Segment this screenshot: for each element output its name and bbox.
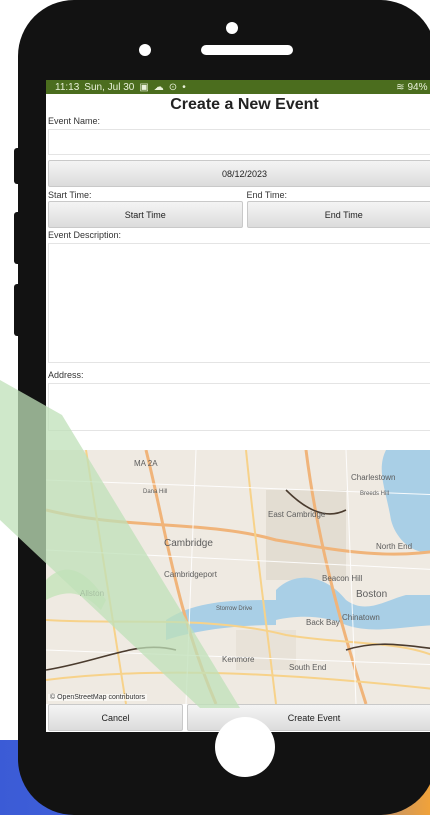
phone-frame: 11:13 Sun, Jul 30 ▣ ☁ ⊙ • ≋ 94% ▮ Create… <box>18 0 430 815</box>
start-time-label: Start Time: <box>48 190 92 200</box>
map-place-ma2a: MA 2A <box>134 459 158 468</box>
volume-down-button <box>14 212 22 264</box>
status-time: 11:13 <box>55 81 80 93</box>
start-time-button[interactable]: Start Time <box>48 201 243 228</box>
map-place-allston: Allston <box>80 589 104 598</box>
map-place-breeds-hill: Breeds Hill <box>360 491 389 497</box>
map-place-east-cambridge: East Cambridge <box>268 510 326 519</box>
image-icon: ▣ <box>139 81 149 93</box>
description-label: Event Description: <box>48 230 122 240</box>
cancel-button[interactable]: Cancel <box>48 704 183 731</box>
map-place-kenmore: Kenmore <box>222 655 255 664</box>
home-button[interactable] <box>215 717 275 777</box>
map-tiles: MA 2A Charlestown Breeds Hill East Cambr… <box>46 450 430 704</box>
map-place-chinatown: Chinatown <box>342 613 380 622</box>
map-place-cambridgeport: Cambridgeport <box>164 570 218 579</box>
date-button[interactable]: 08/12/2023 <box>48 160 430 187</box>
front-camera <box>226 22 238 34</box>
app-screen: 11:13 Sun, Jul 30 ▣ ☁ ⊙ • ≋ 94% ▮ Create… <box>46 80 430 732</box>
map-place-back-bay: Back Bay <box>306 618 340 627</box>
wifi-icon: ≋ <box>396 81 405 93</box>
map-place-boston: Boston <box>356 589 387 600</box>
map-place-south-end: South End <box>289 663 326 672</box>
map-place-charlestown: Charlestown <box>351 473 395 482</box>
map-attribution[interactable]: © OpenStreetMap contributors <box>48 694 148 701</box>
map-place-storrow-drive: Storrow Drive <box>216 606 253 612</box>
status-date: Sun, Jul 30 <box>84 81 135 93</box>
status-bar: 11:13 Sun, Jul 30 ▣ ☁ ⊙ • ≋ 94% ▮ <box>46 80 430 94</box>
battery-level: 94% <box>407 81 428 93</box>
front-sensor <box>139 44 151 56</box>
map-place-dana-hill: Dana Hill <box>143 489 167 495</box>
end-time-button[interactable]: End Time <box>246 201 430 228</box>
page-title: Create a New Event <box>170 96 319 113</box>
power-button <box>14 284 22 336</box>
address-input[interactable] <box>48 383 430 431</box>
map-place-beacon-hill: Beacon Hill <box>322 574 363 583</box>
earpiece-speaker <box>201 45 293 55</box>
map-place-cambridge: Cambridge <box>164 538 213 549</box>
map-place-north-end: North End <box>376 542 412 551</box>
event-name-label: Event Name: <box>48 116 101 126</box>
address-label: Address: <box>48 370 84 380</box>
dot-icon: • <box>182 81 186 93</box>
sync-icon: ⊙ <box>168 81 178 93</box>
map-view[interactable]: MA 2A Charlestown Breeds Hill East Cambr… <box>46 450 430 704</box>
end-time-label: End Time: <box>246 190 288 200</box>
volume-up-button <box>14 148 22 184</box>
cloud-icon: ☁ <box>153 81 164 93</box>
event-name-input[interactable] <box>48 129 430 155</box>
description-input[interactable] <box>48 243 430 363</box>
